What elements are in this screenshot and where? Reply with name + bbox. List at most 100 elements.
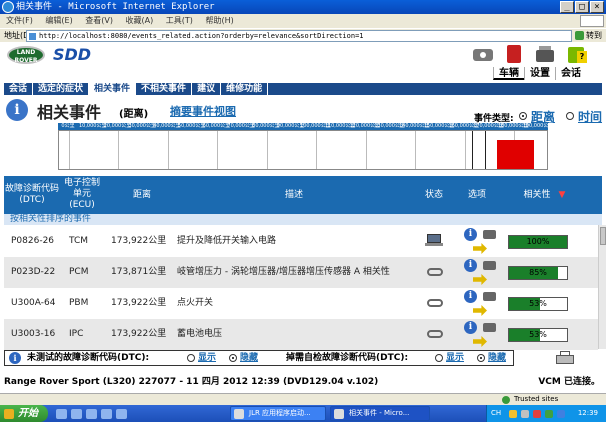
tray-app-icon[interactable] <box>545 410 553 418</box>
camera-icon[interactable] <box>483 323 496 332</box>
battery-icon[interactable] <box>532 43 558 65</box>
menu-tools[interactable]: 工具(T) <box>166 16 193 25</box>
page-content: LAND ROVER SDD ? 车辆 设置 会话 会话 选定的症状 相关事件 … <box>0 42 606 400</box>
axis-tick-label: 70,000公里 <box>227 123 255 129</box>
menu-view[interactable]: 查看(V) <box>85 16 113 25</box>
header-description[interactable]: 描述 <box>274 190 314 201</box>
selftest-show-radio[interactable] <box>435 354 443 362</box>
untested-show-radio[interactable] <box>187 354 195 362</box>
close-button[interactable]: × <box>590 1 604 13</box>
grid-line <box>69 131 70 169</box>
selftest-hide-link[interactable]: 隐藏 <box>488 351 506 365</box>
task-label: 相关事件 - Micro... <box>349 409 410 417</box>
nav-repair-functions[interactable]: 维修功能 <box>221 83 269 95</box>
tray-security-icon[interactable] <box>533 410 541 418</box>
header-relevance[interactable]: 相关性 <box>514 190 560 201</box>
arrow-flag-icon[interactable] <box>473 243 487 254</box>
arrow-flag-icon[interactable] <box>473 305 487 316</box>
untested-show-link[interactable]: 显示 <box>198 351 216 365</box>
fuel-pump-icon[interactable] <box>501 43 527 65</box>
camera-icon[interactable] <box>483 261 496 270</box>
grid-line <box>316 131 318 169</box>
task-related-events[interactable]: 相关事件 - Micro... <box>330 406 430 421</box>
tab-settings[interactable]: 设置 <box>524 67 555 80</box>
printer-icon[interactable] <box>554 350 576 366</box>
row-description: 点火开关 <box>177 298 214 308</box>
sort-desc-icon[interactable]: ▼ <box>557 190 567 201</box>
header-ecu[interactable]: 电子控制单元(ECU) <box>62 178 102 211</box>
table-row[interactable]: P0826-26 TCM 173,922公里 提升及降低开关输入电路 i 100% <box>4 226 598 257</box>
language-indicator[interactable]: CH <box>491 405 501 422</box>
table-row[interactable]: U3003-16 IPC 173,922公里 蓄电池电压 i 53% <box>4 319 598 350</box>
scrollbar-thumb[interactable] <box>600 227 606 245</box>
maximize-button[interactable]: □ <box>575 1 589 13</box>
camera-icon[interactable] <box>483 230 496 239</box>
row-dtc: U300A-64 <box>11 298 56 308</box>
minimize-button[interactable]: _ <box>560 1 574 13</box>
nav-recommendations[interactable]: 建议 <box>192 83 222 95</box>
table-row[interactable]: U300A-64 PBM 173,922公里 点火开关 i 53% <box>4 288 598 319</box>
arrow-flag-icon[interactable] <box>473 274 487 285</box>
nav-related-events[interactable]: 相关事件 <box>89 83 137 95</box>
info-icon[interactable]: i <box>464 259 477 272</box>
address-input[interactable]: http://localhost:8080/events_related.act… <box>26 30 572 42</box>
selftest-hide-radio[interactable] <box>477 354 485 362</box>
header-status[interactable]: 状态 <box>416 190 452 201</box>
menu-help[interactable]: 帮助(H) <box>205 16 233 25</box>
distance-axis-ticks: 0公里 10,000公里 20,000公里 30,000公里 40,000公里 50,00… <box>58 123 553 130</box>
relevance-label: 100% <box>526 237 550 246</box>
event-type-time-radio[interactable] <box>566 112 574 120</box>
table-row[interactable]: P023D-22 PCM 173,871公里 岐管增压力 - 涡轮增压器/增压器增压传… <box>4 257 598 288</box>
quicklaunch-desktop-icon[interactable] <box>56 409 67 419</box>
tab-vehicle[interactable]: 车辆 <box>493 67 524 80</box>
header-dtc[interactable]: 故障诊断代码(DTC) <box>4 184 60 206</box>
tab-session[interactable]: 会话 <box>555 67 586 80</box>
axis-tick-label: 10,000公里 <box>78 123 107 129</box>
help-icon[interactable]: ? <box>563 43 589 65</box>
relevance-label: 85% <box>529 268 547 277</box>
tray-volume-icon[interactable] <box>557 410 565 418</box>
task-jlr-launcher[interactable]: JLR 应用程序启动... <box>230 406 326 421</box>
info-icon[interactable]: i <box>464 228 477 241</box>
arrow-flag-icon[interactable] <box>473 336 487 347</box>
nav-bar: 会话 选定的症状 相关事件 不相关事件 建议 维修功能 <box>4 83 602 95</box>
event-type-time-link[interactable]: 时间 <box>578 108 602 125</box>
header-options[interactable]: 选项 <box>459 190 495 201</box>
event-type-distance-radio[interactable] <box>519 112 527 120</box>
go-button[interactable]: 转到 <box>574 30 602 42</box>
quicklaunch-folder-icon[interactable] <box>116 409 127 419</box>
menu-edit[interactable]: 编辑(E) <box>45 16 72 25</box>
menu-favorites[interactable]: 收藏(A) <box>126 16 154 25</box>
quicklaunch-media-icon[interactable] <box>86 409 97 419</box>
tray-network-icon[interactable] <box>521 410 529 418</box>
vehicle-footer: Range Rover Sport (L320) 227077 - 11 四月 … <box>4 376 606 388</box>
start-button[interactable]: 开始 <box>0 405 48 422</box>
summary-view-link[interactable]: 摘要事件视图 <box>170 103 236 119</box>
quicklaunch-ie-icon[interactable] <box>71 409 82 419</box>
window-title: 相关事件 - Microsoft Internet Explorer <box>16 2 215 12</box>
menu-bar: 文件(F) 编辑(E) 查看(V) 收藏(A) 工具(T) 帮助(H) <box>0 14 606 28</box>
selftest-show-link[interactable]: 显示 <box>446 351 464 365</box>
nav-selected-symptoms[interactable]: 选定的症状 <box>33 83 90 95</box>
grid-line <box>167 131 169 169</box>
event-range-highlight[interactable] <box>496 140 535 169</box>
land-rover-logo: LAND ROVER <box>7 46 45 64</box>
row-ecu: PCM <box>69 267 89 277</box>
untested-hide-link[interactable]: 隐藏 <box>240 351 258 365</box>
tray-help-icon[interactable] <box>509 410 517 418</box>
vcm-status: VCM 已连接。 <box>538 377 600 387</box>
group-label: 按相关性排序的事件 <box>4 214 602 225</box>
camera-icon[interactable] <box>483 292 496 301</box>
nav-session[interactable]: 会话 <box>4 83 34 95</box>
untested-hide-radio[interactable] <box>229 354 237 362</box>
jlr-app-icon <box>234 409 244 419</box>
info-icon[interactable]: i <box>464 290 477 303</box>
quicklaunch-app-icon[interactable] <box>101 409 112 419</box>
table-scrollbar[interactable] <box>598 225 606 349</box>
camera-icon[interactable] <box>470 43 496 65</box>
header-distance[interactable]: 距离 <box>122 190 162 201</box>
nav-unrelated-events[interactable]: 不相关事件 <box>136 83 193 95</box>
info-icon[interactable]: i <box>464 321 477 334</box>
grid-line <box>464 131 466 169</box>
menu-file[interactable]: 文件(F) <box>6 16 33 25</box>
